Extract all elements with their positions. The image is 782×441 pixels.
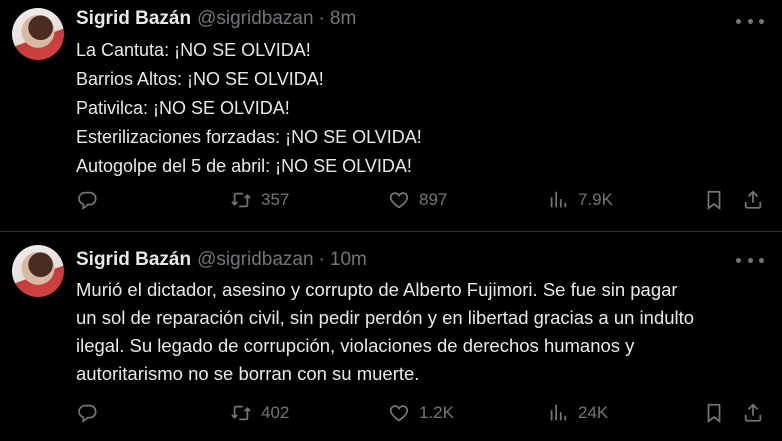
like-count: 1.2K xyxy=(419,403,454,422)
share-icon xyxy=(744,190,762,209)
timestamp[interactable]: 10m xyxy=(330,249,367,271)
like-button[interactable]: 897 xyxy=(388,187,447,213)
author-handle[interactable]: @sigridbazan xyxy=(197,8,313,30)
like-button[interactable]: 1.2K xyxy=(388,400,454,426)
timestamp[interactable]: 8m xyxy=(330,8,356,30)
like-count: 897 xyxy=(419,190,448,209)
bookmark-button[interactable] xyxy=(703,400,725,426)
retweet-count: 357 xyxy=(261,190,290,209)
reply-button[interactable] xyxy=(76,400,98,426)
views-button[interactable]: 7.9K xyxy=(547,187,613,213)
retweet-icon xyxy=(231,192,251,208)
share-button[interactable] xyxy=(742,400,764,426)
retweet-icon xyxy=(231,405,251,421)
tweet-text-line: Barrios Altos: ¡NO SE OLVIDA! xyxy=(76,69,324,89)
separator-dot: · xyxy=(318,8,325,29)
views-count: 24K xyxy=(578,403,609,422)
bookmark-icon xyxy=(707,403,721,423)
author-handle[interactable]: @sigridbazan xyxy=(197,249,313,271)
views-button[interactable]: 24K xyxy=(547,400,608,426)
tweet-1-header: Sigrid Bazán @sigridbazan · 8m xyxy=(76,8,356,30)
bookmark-icon xyxy=(707,190,721,210)
tweet-divider xyxy=(0,231,782,232)
tweet-text-line: un sol de reparación civil, sin pedir pe… xyxy=(76,307,695,328)
tweet-2-actions: 402 1.2K 24K xyxy=(76,400,772,426)
tweet-1-text: La Cantuta: ¡NO SE OLVIDA! Barrios Altos… xyxy=(76,36,422,181)
tweet-2-text: Murió el dictador, asesino y corrupto de… xyxy=(76,276,772,388)
share-icon xyxy=(744,403,762,422)
views-count: 7.9K xyxy=(578,190,613,209)
tweet-1-actions: 357 897 7.9K xyxy=(76,187,772,213)
reply-button[interactable] xyxy=(76,187,98,213)
author-name[interactable]: Sigrid Bazán xyxy=(76,249,191,271)
retweet-button[interactable]: 357 xyxy=(230,187,289,213)
retweet-button[interactable]: 402 xyxy=(230,400,289,426)
views-bar-chart-icon xyxy=(550,404,567,421)
tweet-text-line: Autogolpe del 5 de abril: ¡NO SE OLVIDA! xyxy=(76,156,412,176)
share-button[interactable] xyxy=(742,187,764,213)
views-bar-chart-icon xyxy=(550,191,567,208)
heart-icon xyxy=(389,405,409,422)
author-name[interactable]: Sigrid Bazán xyxy=(76,8,191,30)
heart-icon xyxy=(389,192,409,209)
tweet-text-line: Murió el dictador, asesino y corrupto de… xyxy=(76,279,678,300)
reply-icon xyxy=(78,404,97,424)
tweet-text-line: ilegal. Su legado de corrupción, violaci… xyxy=(76,335,635,356)
bookmark-button[interactable] xyxy=(703,187,725,213)
tweet-text-line: autoritarismo no se borran con su muerte… xyxy=(76,363,420,384)
avatar[interactable] xyxy=(12,245,64,297)
tweet-2-header: Sigrid Bazán @sigridbazan · 10m xyxy=(76,249,367,271)
separator-dot: · xyxy=(318,249,325,270)
reply-icon xyxy=(78,191,97,211)
retweet-count: 402 xyxy=(261,403,290,422)
tweet-text-line: Pativilca: ¡NO SE OLVIDA! xyxy=(76,98,290,118)
tweet-text-line: Esterilizaciones forzadas: ¡NO SE OLVIDA… xyxy=(76,127,422,147)
tweet-text-line: La Cantuta: ¡NO SE OLVIDA! xyxy=(76,40,311,60)
more-icon[interactable] xyxy=(736,253,764,267)
avatar[interactable] xyxy=(12,8,64,60)
more-icon[interactable] xyxy=(736,14,764,28)
